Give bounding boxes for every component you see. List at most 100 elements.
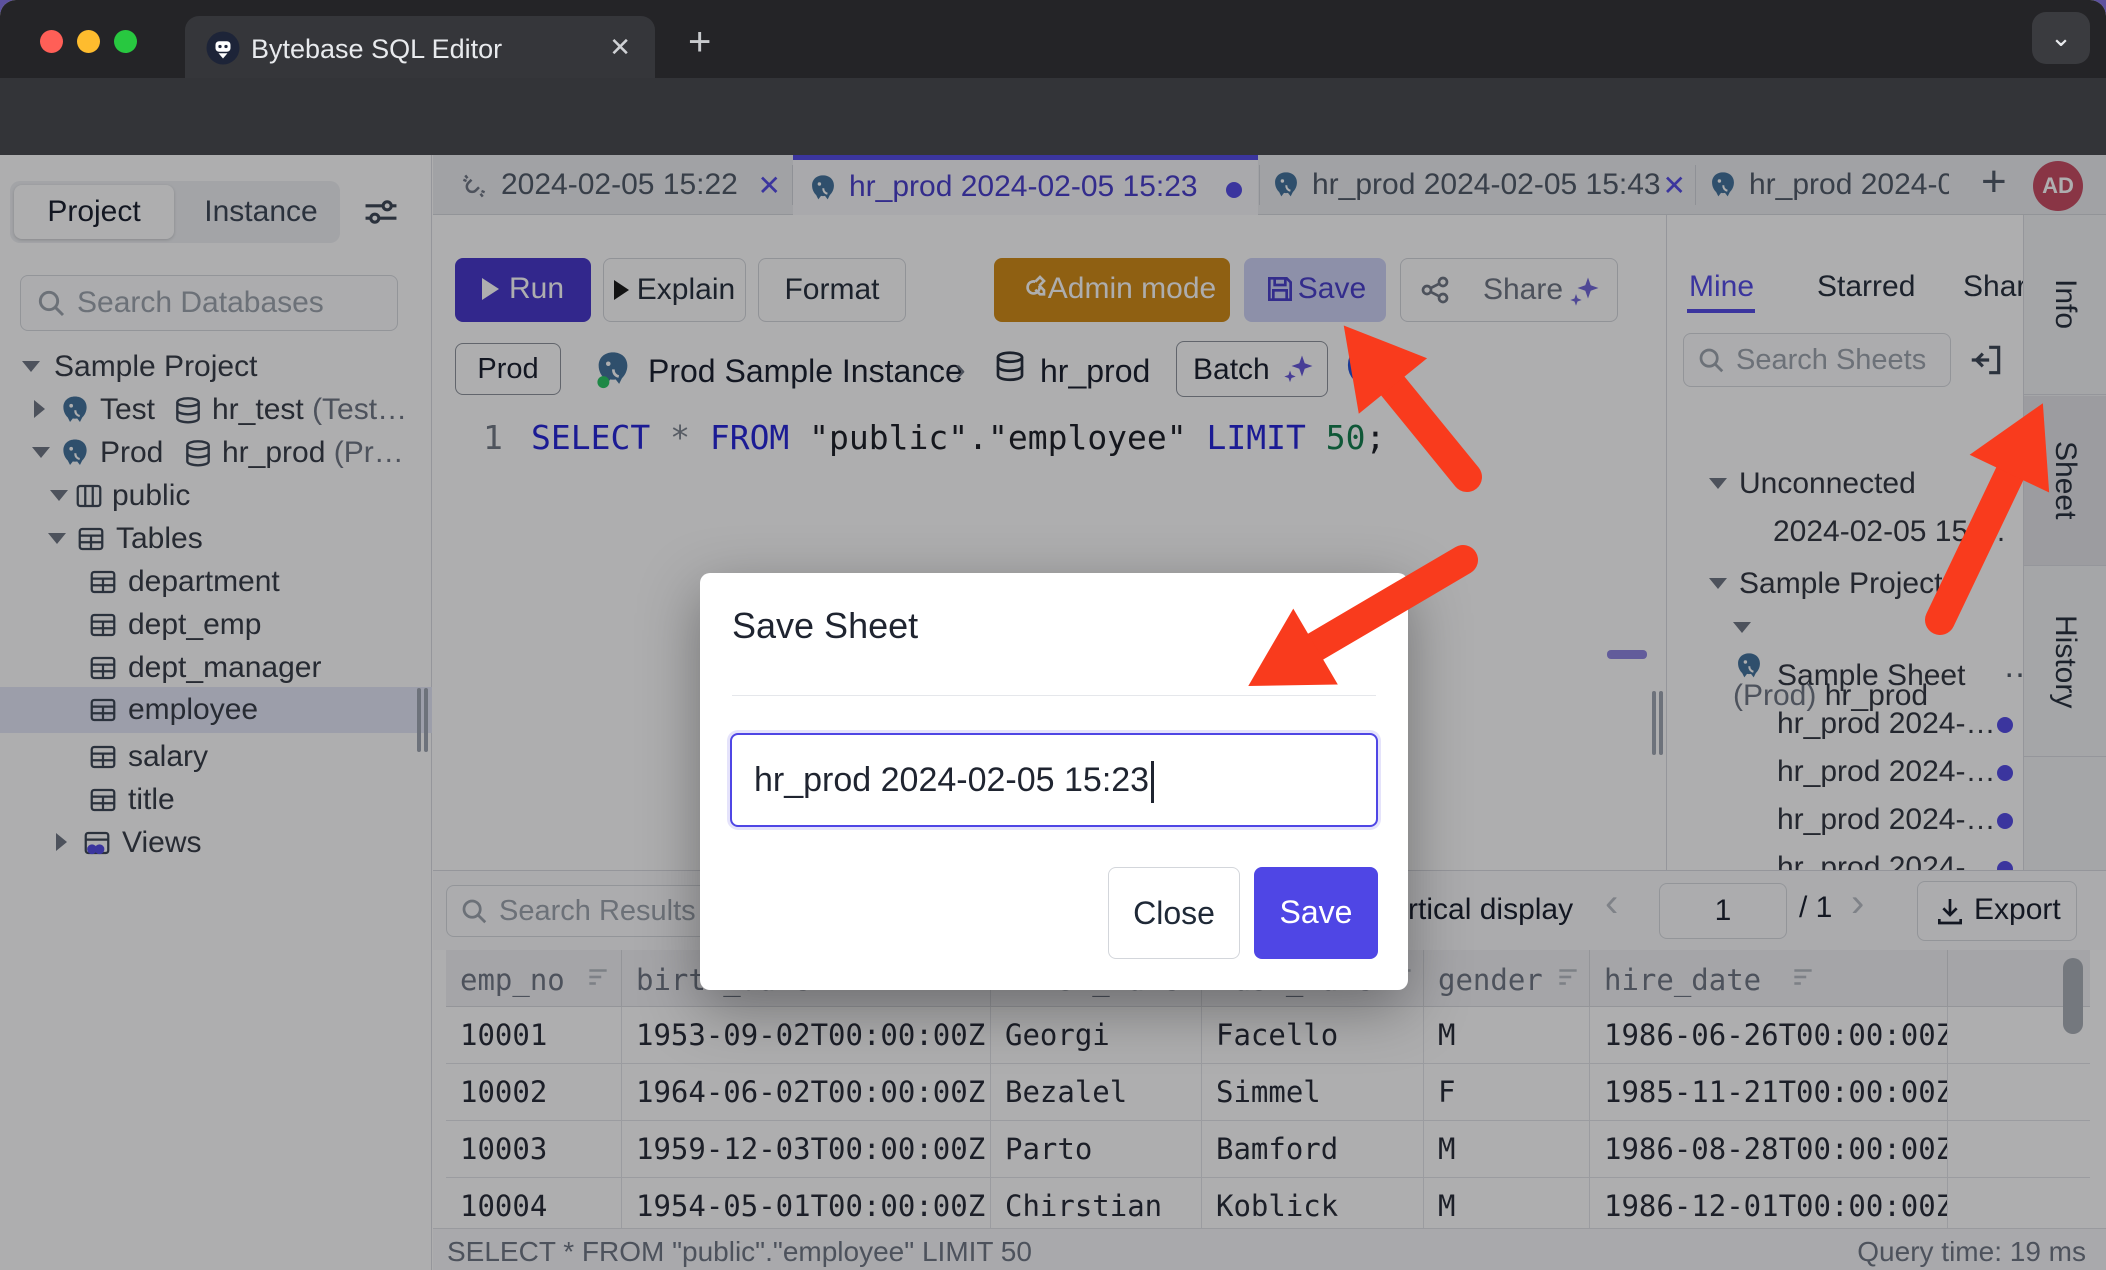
tree-item-title[interactable]: title [0, 778, 432, 821]
caret-down-icon[interactable] [22, 361, 40, 372]
caret-right-icon[interactable] [34, 400, 45, 418]
tree-item-sample-project[interactable]: Sample Project [0, 345, 432, 388]
play-icon [614, 280, 629, 300]
tree-item-employee-selected[interactable]: employee [0, 687, 432, 733]
dialog-save-button[interactable]: Save [1254, 867, 1378, 959]
postgres-icon [58, 392, 92, 428]
browser-toolbar: ← → ⟳ localhost:8080/sql-editor/prod-sam… [0, 78, 2106, 155]
next-page-icon[interactable]: › [1851, 881, 1864, 926]
caret-right-icon[interactable] [56, 833, 67, 851]
tree-item-dept-emp[interactable]: dept_emp [0, 603, 432, 646]
search-sheets-input[interactable]: Search Sheets [1683, 333, 1951, 387]
dialog-close-icon[interactable]: ✕ [1346, 603, 1375, 643]
tree-item-tables-group[interactable]: Tables [0, 517, 432, 560]
tab-sheet[interactable]: Sheet [2024, 396, 2106, 566]
tree-item-hr-prod[interactable]: Prod hr_prod (Pr… [0, 431, 432, 474]
tab-mine[interactable]: Mine [1689, 270, 1754, 304]
caret-down-icon[interactable] [50, 490, 68, 501]
sort-icon[interactable] [1790, 964, 1816, 990]
save-button[interactable]: Save [1244, 258, 1386, 322]
browser-window: Bytebase SQL Editor ✕ + ⌄ ← → ⟳ localhos… [0, 0, 2106, 1270]
traffic-zoom-button[interactable] [114, 30, 137, 53]
prev-page-icon[interactable]: ‹ [1605, 881, 1618, 926]
traffic-close-button[interactable] [40, 30, 63, 53]
sidebar-resize-handle[interactable] [424, 688, 428, 752]
search-sheets-placeholder: Search Sheets [1736, 344, 1926, 377]
panel-resize-handle[interactable] [1659, 691, 1663, 755]
new-tab-button[interactable]: + [688, 22, 711, 62]
search-databases-placeholder: Search Databases [77, 286, 324, 320]
batch-mode-chip[interactable]: Batch [1176, 341, 1328, 397]
sheet-item[interactable]: hr_prod 2024-… [1777, 803, 1995, 837]
new-sheet-tab-button[interactable]: + [1981, 157, 2007, 207]
tree-label: dept_manager [128, 651, 321, 685]
caret-down-icon[interactable] [1733, 622, 1751, 633]
postgres-icon [807, 171, 839, 205]
editor-tab-2-active[interactable]: hr_prod 2024-02-05 15:23 [793, 155, 1258, 215]
column-header[interactable]: hire_date [1590, 950, 1948, 1007]
browser-tab[interactable]: Bytebase SQL Editor ✕ [185, 16, 655, 78]
panel-resize-handle[interactable] [1652, 691, 1656, 755]
postgres-icon [1707, 168, 1739, 202]
browser-tab-close-icon[interactable]: ✕ [609, 32, 631, 63]
page-number-input[interactable]: 1 [1659, 883, 1787, 939]
sheet-group-unconnected[interactable]: Unconnected [1709, 467, 1916, 501]
format-button[interactable]: Format [758, 258, 906, 322]
sql-code-line: SELECT * FROM "public"."employee" LIMIT … [531, 418, 1385, 457]
editor-tab-1[interactable]: 2024-02-05 15:22 ✕ [445, 155, 791, 215]
tab-info[interactable]: Info [2024, 215, 2106, 395]
editor-tab-3[interactable]: hr_prod 2024-02-05 15:43 ✕ [1260, 155, 1692, 215]
caret-down-icon[interactable] [1709, 578, 1727, 589]
tree-item-department[interactable]: department [0, 560, 432, 603]
tree-label: department [128, 565, 280, 599]
tree-item-views-group[interactable]: Views [0, 821, 432, 864]
sheet-item[interactable]: hr_prod 2024-… [1777, 755, 1995, 789]
tab-close-icon[interactable]: ✕ [758, 169, 781, 202]
database-icon [172, 394, 204, 428]
unlink-icon [459, 171, 489, 201]
tree-label: salary [128, 740, 208, 774]
column-header[interactable]: emp_no [446, 950, 622, 1007]
search-databases-input[interactable]: Search Databases [20, 275, 398, 331]
sort-icon[interactable] [585, 964, 611, 990]
tab-close-icon[interactable]: ✕ [1663, 169, 1686, 202]
caret-down-icon[interactable] [32, 447, 50, 458]
caret-down-icon[interactable] [48, 533, 66, 544]
tab-history[interactable]: History [2024, 567, 2106, 757]
tree-item-salary[interactable]: salary [0, 735, 432, 778]
tree-item-public-schema[interactable]: public [0, 474, 432, 517]
traffic-minimize-button[interactable] [77, 30, 100, 53]
tree-item-dept-manager[interactable]: dept_manager [0, 646, 432, 689]
table-icon [88, 567, 118, 597]
sheet-item[interactable]: hr_prod 2024-… [1777, 707, 1995, 741]
sort-icon[interactable] [1555, 964, 1581, 990]
unsaved-dot [1997, 813, 2013, 829]
table-scrollbar-thumb[interactable] [2063, 958, 2083, 1034]
run-button[interactable]: Run [455, 258, 591, 322]
tab-instance[interactable]: Instance [186, 181, 336, 243]
export-label: Export [1974, 893, 2061, 927]
dialog-close-button[interactable]: Close [1108, 867, 1240, 959]
user-avatar[interactable]: AD [2033, 161, 2083, 211]
tab-starred[interactable]: Starred [1817, 270, 1915, 304]
sidebar-resize-handle[interactable] [417, 688, 421, 752]
share-button[interactable]: Share [1400, 258, 1618, 322]
explain-button[interactable]: Explain [603, 258, 746, 322]
filter-settings-icon[interactable] [362, 195, 400, 229]
admin-mode-button[interactable]: Admin mode [994, 258, 1230, 322]
sheet-group-project[interactable]: Sample Project [1709, 567, 1942, 601]
tab-search-button[interactable]: ⌄ [2032, 12, 2090, 64]
import-sheet-icon[interactable] [1967, 341, 2005, 379]
sheet-name-input[interactable]: hr_prod 2024-02-05 15:23 [730, 733, 1378, 827]
tree-label: Views [122, 826, 201, 860]
breadcrumb-instance[interactable]: Prod Sample Instance [648, 353, 963, 390]
environment-chip[interactable]: Prod [455, 343, 561, 395]
export-button[interactable]: Export [1917, 881, 2077, 941]
caret-down-icon[interactable] [1709, 478, 1727, 489]
tab-project[interactable]: Project [14, 185, 174, 239]
column-header[interactable]: gender [1424, 950, 1590, 1007]
editor-tab-4[interactable]: hr_prod 2024-0 [1699, 155, 1949, 215]
sheet-item-sample-sheet[interactable]: Sample Sheet [1777, 659, 1965, 693]
tree-item-hr-test[interactable]: Test hr_test (Test… [0, 388, 432, 431]
breadcrumb-database[interactable]: hr_prod [1040, 353, 1150, 390]
